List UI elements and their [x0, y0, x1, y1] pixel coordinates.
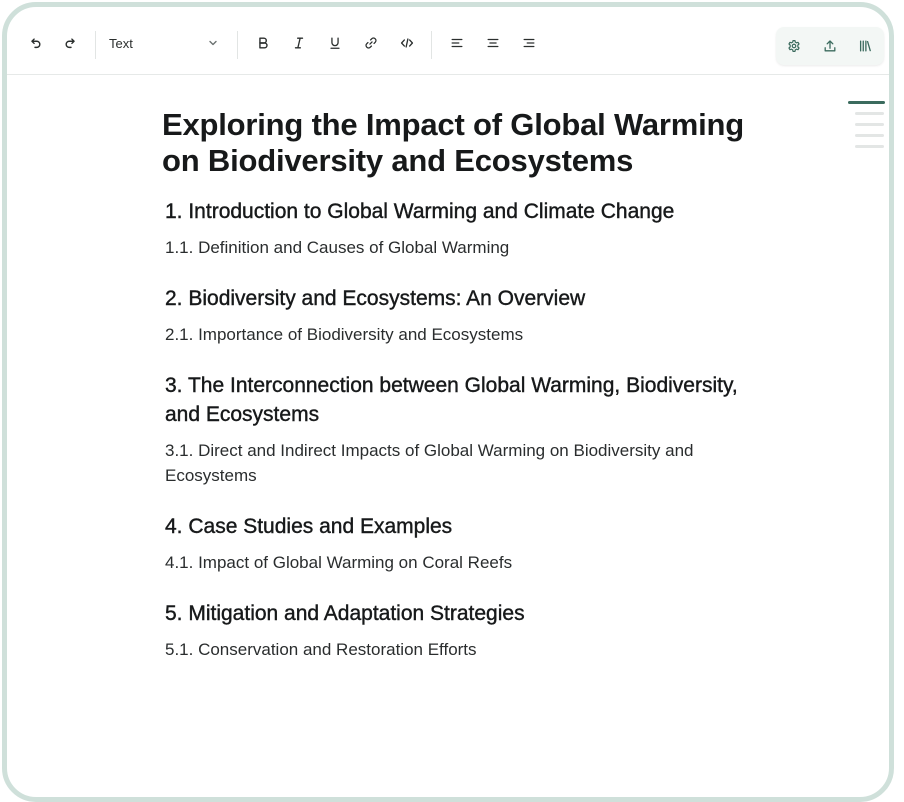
section-4: 4. Case Studies and Examples 4.1. Impact…	[165, 512, 762, 575]
library-icon	[859, 40, 871, 52]
subsection-heading[interactable]: 5.1. Conservation and Restoration Effort…	[165, 637, 762, 662]
document-body[interactable]: Exploring the Impact of Global Warming o…	[162, 107, 762, 662]
upload-icon	[824, 40, 836, 52]
align-center-button[interactable]	[483, 33, 503, 53]
section-5: 5. Mitigation and Adaptation Strategies …	[165, 599, 762, 662]
toolbar-divider	[237, 31, 238, 59]
italic-icon	[294, 37, 304, 49]
italic-button[interactable]	[289, 33, 309, 53]
editor-toolbar: Text	[7, 7, 889, 75]
underline-icon	[330, 37, 340, 49]
document-title[interactable]: Exploring the Impact of Global Warming o…	[162, 107, 762, 179]
bold-icon	[259, 37, 268, 49]
toc-marker[interactable]	[855, 134, 884, 137]
editor-window: Text Exploring the Impact of Global Warm…	[2, 2, 894, 802]
subsection-heading[interactable]: 3.1. Direct and Indirect Impacts of Glob…	[165, 438, 762, 488]
undo-button[interactable]	[25, 33, 45, 53]
section-heading[interactable]: 2. Biodiversity and Ecosystems: An Overv…	[165, 284, 762, 313]
section-heading[interactable]: 3. The Interconnection between Global Wa…	[165, 371, 762, 429]
undo-icon	[31, 38, 41, 49]
toolbar-divider	[431, 31, 432, 59]
toc-marker-active[interactable]	[848, 101, 885, 104]
bold-button[interactable]	[253, 33, 273, 53]
text-style-select[interactable]: Text	[109, 33, 219, 53]
align-left-button[interactable]	[447, 33, 467, 53]
toolbar-divider	[95, 31, 96, 59]
align-center-icon	[487, 38, 499, 48]
chevron-down-icon	[209, 40, 217, 46]
subsection-heading[interactable]: 1.1. Definition and Causes of Global War…	[165, 235, 762, 260]
underline-button[interactable]	[325, 33, 345, 53]
export-button[interactable]	[821, 37, 839, 55]
align-right-button[interactable]	[519, 33, 539, 53]
align-left-icon	[451, 38, 463, 48]
align-right-icon	[523, 38, 535, 48]
subsection-heading[interactable]: 2.1. Importance of Biodiversity and Ecos…	[165, 322, 762, 347]
code-button[interactable]	[397, 33, 417, 53]
link-icon	[365, 37, 377, 49]
settings-button[interactable]	[785, 37, 803, 55]
document-actions	[776, 27, 884, 65]
toc-marker[interactable]	[855, 123, 884, 126]
section-2: 2. Biodiversity and Ecosystems: An Overv…	[165, 284, 762, 347]
toc-marker[interactable]	[855, 112, 884, 115]
code-icon	[400, 38, 414, 48]
redo-icon	[65, 38, 75, 49]
section-heading[interactable]: 5. Mitigation and Adaptation Strategies	[165, 599, 762, 628]
toc-marker[interactable]	[855, 145, 884, 148]
subsection-heading[interactable]: 4.1. Impact of Global Warming on Coral R…	[165, 550, 762, 575]
redo-button[interactable]	[61, 33, 81, 53]
library-button[interactable]	[856, 37, 874, 55]
section-1: 1. Introduction to Global Warming and Cl…	[165, 197, 762, 260]
section-heading[interactable]: 1. Introduction to Global Warming and Cl…	[165, 197, 762, 226]
section-heading[interactable]: 4. Case Studies and Examples	[165, 512, 762, 541]
link-button[interactable]	[361, 33, 381, 53]
gear-icon	[788, 39, 800, 53]
section-3: 3. The Interconnection between Global Wa…	[165, 371, 762, 488]
text-style-label: Text	[109, 35, 133, 51]
